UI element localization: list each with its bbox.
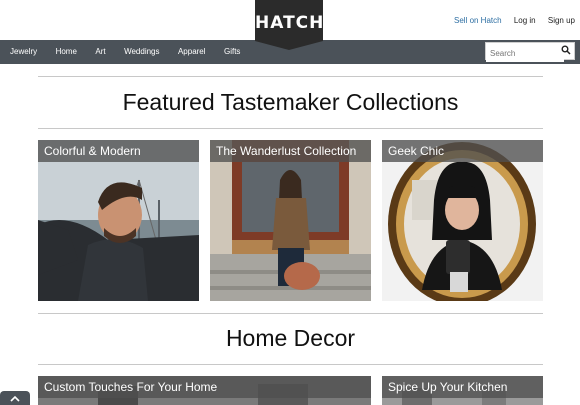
collection-card-colorful-modern[interactable]: Colorful & Modern: [38, 140, 199, 301]
collection-card-custom-touches[interactable]: Custom Touches For Your Home: [38, 376, 371, 405]
nav-item-home[interactable]: Home: [56, 40, 77, 64]
search-icon[interactable]: [561, 45, 571, 55]
collection-photo: [38, 140, 199, 301]
collection-card-geek-chic[interactable]: Geek Chic: [382, 140, 543, 301]
account-links: Sell on Hatch Log in Sign up: [444, 16, 575, 25]
collection-card-spice-up-kitchen[interactable]: Spice Up Your Kitchen: [382, 376, 543, 405]
nav-item-gifts[interactable]: Gifts: [224, 40, 240, 64]
card-caption: Geek Chic: [382, 140, 543, 162]
card-caption: Spice Up Your Kitchen: [382, 376, 543, 398]
divider: [38, 76, 543, 77]
logo-text: HATCH: [255, 13, 325, 33]
collection-card-wanderlust[interactable]: The Wanderlust Collection: [210, 140, 371, 301]
nav-item-weddings[interactable]: Weddings: [124, 40, 159, 64]
divider: [38, 128, 543, 129]
nav-item-jewelry[interactable]: Jewelry: [10, 40, 37, 64]
search-input[interactable]: [486, 45, 564, 62]
nav-item-art[interactable]: Art: [95, 40, 105, 64]
hatch-logo[interactable]: HATCH: [255, 0, 323, 50]
nav-item-apparel[interactable]: Apparel: [178, 40, 206, 64]
divider: [38, 364, 543, 365]
card-caption: Custom Touches For Your Home: [38, 376, 371, 398]
home-decor-title: Home Decor: [225, 325, 356, 351]
search-box: [485, 42, 575, 62]
collection-photo: [210, 140, 371, 301]
chevron-up-icon: [10, 395, 20, 402]
card-caption: The Wanderlust Collection: [210, 140, 371, 162]
login-link[interactable]: Log in: [514, 16, 536, 25]
scroll-to-top-button[interactable]: [0, 391, 30, 405]
sell-on-hatch-link[interactable]: Sell on Hatch: [454, 16, 502, 25]
card-caption: Colorful & Modern: [38, 140, 199, 162]
signup-link[interactable]: Sign up: [548, 16, 575, 25]
featured-collections-title: Featured Tastemaker Collections: [122, 89, 459, 115]
collection-photo: [382, 140, 543, 301]
site-header: HATCH Sell on Hatch Log in Sign up: [0, 0, 580, 50]
divider: [38, 313, 543, 314]
